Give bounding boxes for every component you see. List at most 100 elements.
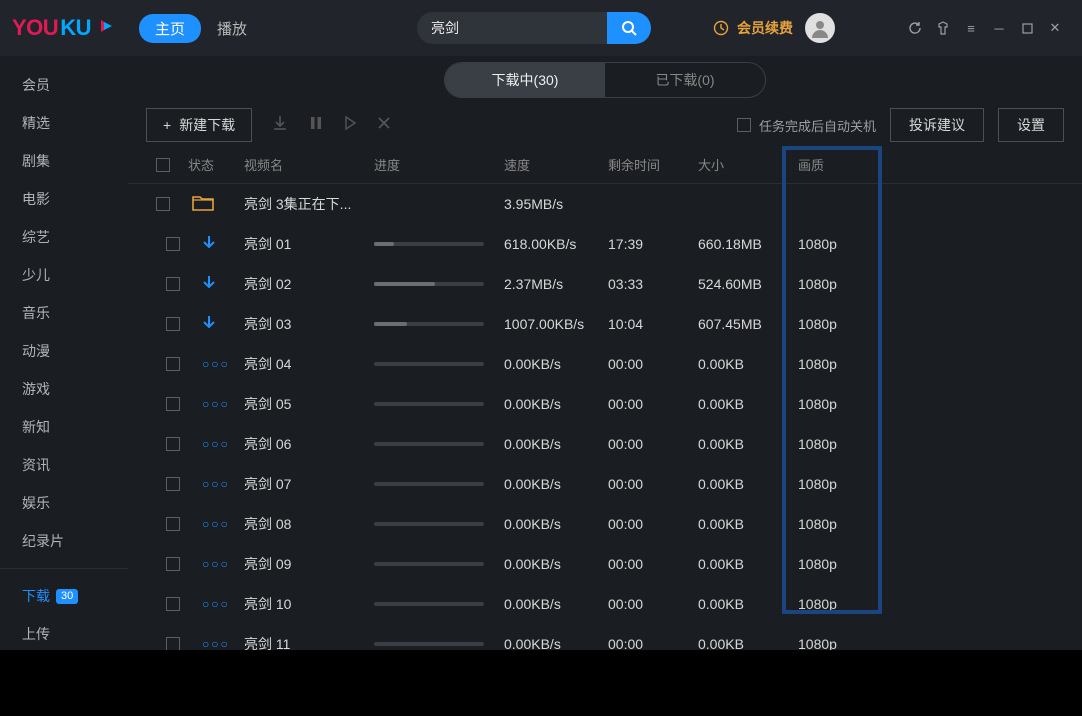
titlebar: YOUKU 主页 播放 会员续费 ≡ ─ ✕: [0, 0, 1082, 56]
play-triangle-icon: [97, 17, 115, 40]
row-speed: 618.00KB/s: [504, 236, 608, 252]
table-row[interactable]: ○○○亮剑 080.00KB/s00:000.00KB1080p: [128, 504, 1082, 544]
refresh-icon[interactable]: [906, 19, 924, 37]
table-row[interactable]: ○○○亮剑 050.00KB/s00:000.00KB1080p: [128, 384, 1082, 424]
waiting-icon: ○○○: [202, 477, 230, 491]
select-all-checkbox[interactable]: [138, 158, 188, 172]
sidebar-item[interactable]: 音乐: [0, 294, 128, 332]
table-row[interactable]: 亮剑 01618.00KB/s17:39660.18MB1080p: [128, 224, 1082, 264]
sidebar-item-upload[interactable]: 上传: [0, 615, 128, 650]
row-quality: 1080p: [798, 236, 886, 252]
sidebar-item[interactable]: 少儿: [0, 256, 128, 294]
sidebar-item[interactable]: 资讯: [0, 446, 128, 484]
row-checkbox[interactable]: [148, 277, 198, 291]
row-quality: 1080p: [798, 316, 886, 332]
col-quality: 画质: [798, 155, 886, 174]
pause-all-icon[interactable]: [308, 115, 324, 136]
row-progress: [374, 362, 504, 366]
search-button[interactable]: [607, 12, 651, 44]
tab-downloading[interactable]: 下载中(30): [445, 63, 605, 97]
sidebar-item[interactable]: 娱乐: [0, 484, 128, 522]
row-checkbox[interactable]: [148, 317, 198, 331]
row-checkbox[interactable]: [148, 637, 198, 650]
sidebar-item[interactable]: 新知: [0, 408, 128, 446]
play-icon[interactable]: [342, 115, 358, 136]
row-remaining: 10:04: [608, 316, 698, 332]
table-row[interactable]: ○○○亮剑 060.00KB/s00:000.00KB1080p: [128, 424, 1082, 464]
table-row[interactable]: ○○○亮剑 040.00KB/s00:000.00KB1080p: [128, 344, 1082, 384]
table-row[interactable]: ○○○亮剑 100.00KB/s00:000.00KB1080p: [128, 584, 1082, 624]
clock-icon: [713, 20, 729, 36]
row-progress: [374, 482, 504, 486]
row-progress: [374, 522, 504, 526]
window-controls: ≡ ─ ✕: [906, 19, 1064, 37]
table-row[interactable]: 亮剑 031007.00KB/s10:04607.45MB1080p: [128, 304, 1082, 344]
avatar[interactable]: [805, 13, 835, 43]
sidebar-item[interactable]: 会员: [0, 66, 128, 104]
row-quality: 1080p: [798, 476, 886, 492]
close-icon[interactable]: ✕: [1046, 19, 1064, 37]
row-quality: 1080p: [798, 276, 886, 292]
new-download-button[interactable]: + 新建下载: [146, 108, 252, 142]
tab-downloaded[interactable]: 已下载(0): [605, 63, 765, 97]
search-input[interactable]: [417, 12, 607, 44]
skin-icon[interactable]: [934, 19, 952, 37]
waiting-icon: ○○○: [202, 357, 230, 371]
row-checkbox[interactable]: [148, 397, 198, 411]
youku-logo[interactable]: YOUKU: [12, 15, 115, 41]
row-remaining: 00:00: [608, 636, 698, 650]
sidebar-item[interactable]: 剧集: [0, 142, 128, 180]
table-row[interactable]: ○○○亮剑 070.00KB/s00:000.00KB1080p: [128, 464, 1082, 504]
logo-text-you: YOU: [12, 15, 58, 41]
row-checkbox[interactable]: [148, 517, 198, 531]
table-row[interactable]: ○○○亮剑 090.00KB/s00:000.00KB1080p: [128, 544, 1082, 584]
row-name: 亮剑 02: [244, 274, 374, 294]
vip-renew[interactable]: 会员续费: [713, 18, 793, 38]
vip-renew-label: 会员续费: [737, 18, 793, 38]
download-arrow-icon: [202, 235, 216, 254]
sidebar-item-download[interactable]: 下载 30: [0, 577, 128, 615]
download-arrow-icon: [202, 275, 216, 294]
folder-row[interactable]: 亮剑 3集正在下... 3.95MB/s: [128, 184, 1082, 224]
menu-icon[interactable]: ≡: [962, 19, 980, 37]
sidebar-item[interactable]: 动漫: [0, 332, 128, 370]
nav-play[interactable]: 播放: [217, 18, 247, 39]
col-status: 状态: [188, 155, 244, 174]
row-checkbox[interactable]: [148, 237, 198, 251]
row-remaining: 00:00: [608, 356, 698, 372]
row-checkbox[interactable]: [138, 197, 188, 211]
minimize-icon[interactable]: ─: [990, 19, 1008, 37]
maximize-icon[interactable]: [1018, 19, 1036, 37]
plus-icon: +: [163, 117, 171, 133]
settings-button[interactable]: 设置: [998, 108, 1064, 142]
row-speed: 0.00KB/s: [504, 556, 608, 572]
auto-shutdown-checkbox[interactable]: 任务完成后自动关机: [737, 116, 876, 135]
sidebar-item[interactable]: 精选: [0, 104, 128, 142]
row-progress: [374, 642, 504, 646]
row-checkbox[interactable]: [148, 437, 198, 451]
sidebar-item[interactable]: 纪录片: [0, 522, 128, 560]
row-name: 亮剑 10: [244, 594, 374, 614]
row-checkbox[interactable]: [148, 357, 198, 371]
start-all-icon[interactable]: [270, 113, 290, 138]
download-arrow-icon: [202, 315, 216, 334]
feedback-button[interactable]: 投诉建议: [890, 108, 984, 142]
sidebar-item[interactable]: 综艺: [0, 218, 128, 256]
nav-home[interactable]: 主页: [139, 14, 201, 43]
table-row[interactable]: ○○○亮剑 110.00KB/s00:000.00KB1080p: [128, 624, 1082, 650]
row-size: 0.00KB: [698, 556, 798, 572]
row-speed: 0.00KB/s: [504, 476, 608, 492]
row-size: 0.00KB: [698, 636, 798, 650]
main-panel: 下载中(30) 已下载(0) + 新建下载 任务完成后自动关机: [128, 56, 1082, 650]
sidebar-item[interactable]: 电影: [0, 180, 128, 218]
row-checkbox[interactable]: [148, 557, 198, 571]
sidebar-item[interactable]: 游戏: [0, 370, 128, 408]
avatar-icon: [810, 18, 830, 38]
row-checkbox[interactable]: [148, 477, 198, 491]
delete-icon[interactable]: [376, 115, 392, 136]
table-row[interactable]: 亮剑 022.37MB/s03:33524.60MB1080p: [128, 264, 1082, 304]
row-remaining: 00:00: [608, 556, 698, 572]
row-size: 0.00KB: [698, 436, 798, 452]
row-speed: 0.00KB/s: [504, 356, 608, 372]
row-checkbox[interactable]: [148, 597, 198, 611]
